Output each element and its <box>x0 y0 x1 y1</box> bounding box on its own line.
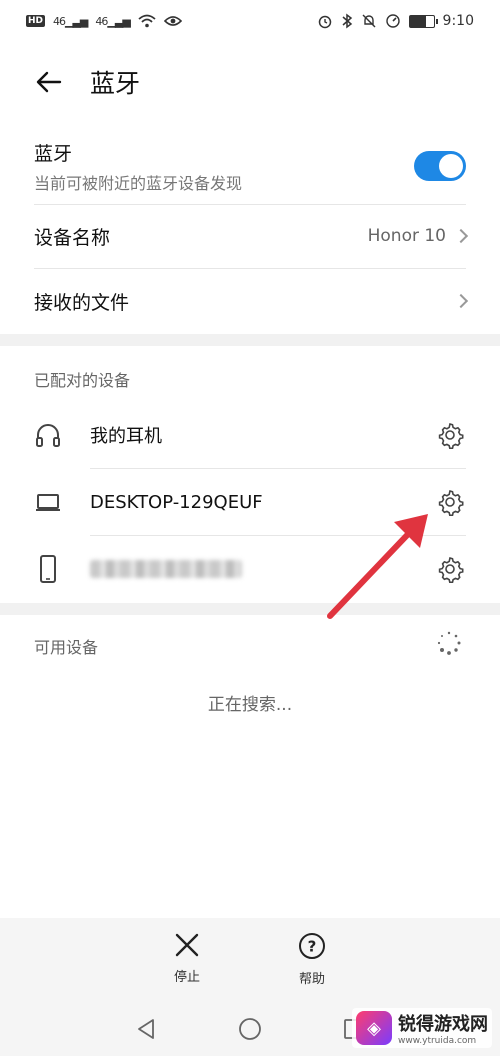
nav-home-icon[interactable] <box>238 1017 262 1041</box>
battery-icon <box>408 14 438 28</box>
device-icon-slot <box>34 421 90 449</box>
back-arrow-icon <box>36 71 62 93</box>
device-name-label: 设备名称 <box>34 226 111 249</box>
section-gap <box>0 334 500 346</box>
signal-1-label: 46 <box>53 14 66 28</box>
nav-back-icon[interactable] <box>134 1017 158 1041</box>
toggle-knob <box>439 154 463 178</box>
device-name-right: Honor 10 <box>367 226 469 246</box>
signal-icon-1: 46▁▃▅ <box>53 14 88 28</box>
loading-spinner-icon <box>437 631 461 655</box>
bluetooth-text: 蓝牙 当前可被附近的蓝牙设备发现 <box>34 139 242 194</box>
chevron-right-icon <box>453 228 469 244</box>
laptop-icon <box>36 494 60 511</box>
stop-label: 停止 <box>173 970 200 985</box>
gear-icon[interactable] <box>436 421 464 449</box>
annotation-arrow <box>327 514 428 619</box>
bluetooth-toggle[interactable] <box>414 151 466 181</box>
chevron-right-icon <box>453 293 469 309</box>
received-files-row[interactable]: 接收的文件 <box>0 269 500 333</box>
bottom-toolbar: 停止 ? 帮助 <box>0 918 500 1002</box>
status-right: 9:10 <box>317 13 474 29</box>
device-name-value: Honor 10 <box>367 226 446 246</box>
bluetooth-sub: 当前可被附近的蓝牙设备发现 <box>34 173 243 193</box>
device-name-row[interactable]: 设备名称 Honor 10 <box>0 205 500 267</box>
searching-text: 正在搜索... <box>207 695 293 715</box>
paired-device-name: 我的耳机 <box>90 426 162 447</box>
watermark-url: www.ytruida.com <box>398 1036 477 1046</box>
help-button[interactable]: ? 帮助 <box>298 932 326 1002</box>
received-files-label: 接收的文件 <box>34 291 130 314</box>
page-title: 蓝牙 <box>90 69 141 98</box>
help-label: 帮助 <box>298 972 325 987</box>
paired-device-row[interactable]: 我的耳机 <box>0 402 500 468</box>
watermark-name: 锐得游戏网 <box>398 1014 488 1035</box>
stop-button[interactable]: 停止 <box>174 932 200 1002</box>
available-section-title: 可用设备 <box>34 638 99 657</box>
mute-icon <box>362 14 376 28</box>
paired-device-name: DESKTOP-129QEUF <box>90 491 263 513</box>
watermark-logo-icon: ◈ <box>356 1011 392 1045</box>
wifi-icon <box>138 14 156 28</box>
status-time: 9:10 <box>442 13 474 29</box>
signal-2-label: 46 <box>95 14 108 28</box>
received-files-right <box>453 293 469 309</box>
back-button[interactable] <box>34 67 64 97</box>
paired-section-title: 已配对的设备 <box>34 371 131 390</box>
status-left: HD 46▁▃▅ 46▁▃▅ <box>26 14 182 28</box>
hd-badge: HD <box>26 15 46 27</box>
gear-icon[interactable] <box>436 555 464 583</box>
bluetooth-toggle-row[interactable]: 蓝牙 当前可被附近的蓝牙设备发现 <box>0 128 500 204</box>
speed-icon <box>385 14 400 28</box>
signal-icon-2: 46▁▃▅ <box>95 14 130 28</box>
gear-icon[interactable] <box>436 488 464 516</box>
headphones-icon <box>36 424 60 447</box>
alarm-icon <box>318 15 331 29</box>
bluetooth-toggle-wrap <box>414 151 466 181</box>
device-icon-slot <box>34 488 90 516</box>
close-icon <box>175 933 199 957</box>
phone-icon <box>40 555 56 583</box>
status-bar: HD 46▁▃▅ 46▁▃▅ 9:10 <box>0 0 500 42</box>
bluetooth-icon <box>342 13 352 29</box>
help-icon: ? <box>299 933 325 959</box>
blurred-device-name <box>90 560 242 578</box>
page-header: 蓝牙 <box>0 50 500 114</box>
svg-text:?: ? <box>308 938 317 956</box>
eye-icon <box>163 16 182 26</box>
device-icon-slot <box>34 554 90 584</box>
watermark-text: 锐得游戏网 www.ytruida.com <box>398 1010 488 1046</box>
bluetooth-label: 蓝牙 <box>34 142 73 165</box>
watermark: ◈ 锐得游戏网 www.ytruida.com <box>352 1008 492 1048</box>
